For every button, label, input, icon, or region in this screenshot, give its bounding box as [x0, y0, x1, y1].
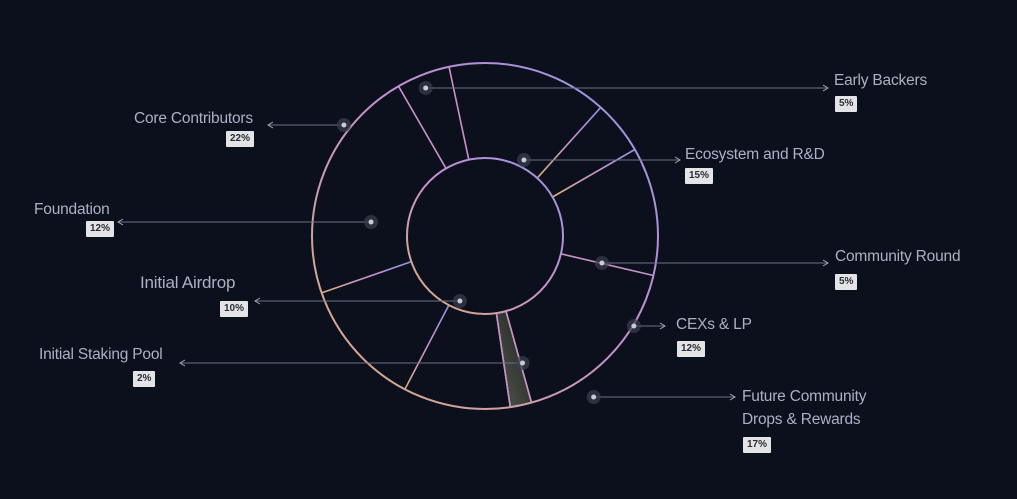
badge-core-contributors: 22% [226, 131, 255, 147]
marker-dot-4 [591, 394, 597, 400]
marker-dot-7 [368, 219, 374, 225]
badge-future: 17% [743, 437, 772, 453]
badge-ecosystem: 15% [685, 168, 714, 184]
label-future-line2: Drops & Rewards [742, 411, 861, 428]
label-cexs: CEXs & LP [676, 316, 752, 333]
marker-dot-1 [521, 157, 527, 163]
marker-dot-6 [457, 298, 463, 304]
marker-dot-3 [631, 323, 637, 329]
label-foundation: Foundation [34, 201, 110, 218]
badge-early-backers: 5% [835, 96, 858, 112]
label-initial-staking-pool: Initial Staking Pool [39, 346, 163, 363]
marker-dot-2 [599, 260, 605, 266]
divider-3 [552, 148, 636, 198]
label-core-contributors: Core Contributors [134, 110, 253, 127]
badge-cexs: 12% [677, 341, 706, 357]
badge-initial-airdrop: 10% [220, 301, 249, 317]
marker-dot-8 [341, 122, 347, 128]
marker-dot-0 [423, 85, 429, 91]
label-early-backers: Early Backers [834, 72, 928, 89]
label-future-line1: Future Community [742, 388, 867, 405]
label-ecosystem: Ecosystem and R&D [685, 146, 825, 163]
marker-dot-5 [520, 360, 526, 366]
badge-community-round: 5% [835, 274, 858, 290]
label-initial-airdrop: Initial Airdrop [140, 273, 236, 292]
outer-ring [311, 62, 659, 410]
label-community-round: Community Round [835, 248, 961, 265]
divider-0 [397, 85, 447, 169]
divider-7 [404, 304, 450, 390]
inner-ring [406, 157, 564, 315]
divider-1 [448, 66, 470, 160]
divider-8 [321, 260, 412, 294]
badge-initial-staking-pool: 2% [133, 371, 156, 387]
allocation-chart: Early Backers 5% Ecosystem and R&D 15% C… [0, 0, 1017, 499]
badge-foundation: 12% [86, 221, 115, 237]
divider-2 [536, 106, 602, 179]
